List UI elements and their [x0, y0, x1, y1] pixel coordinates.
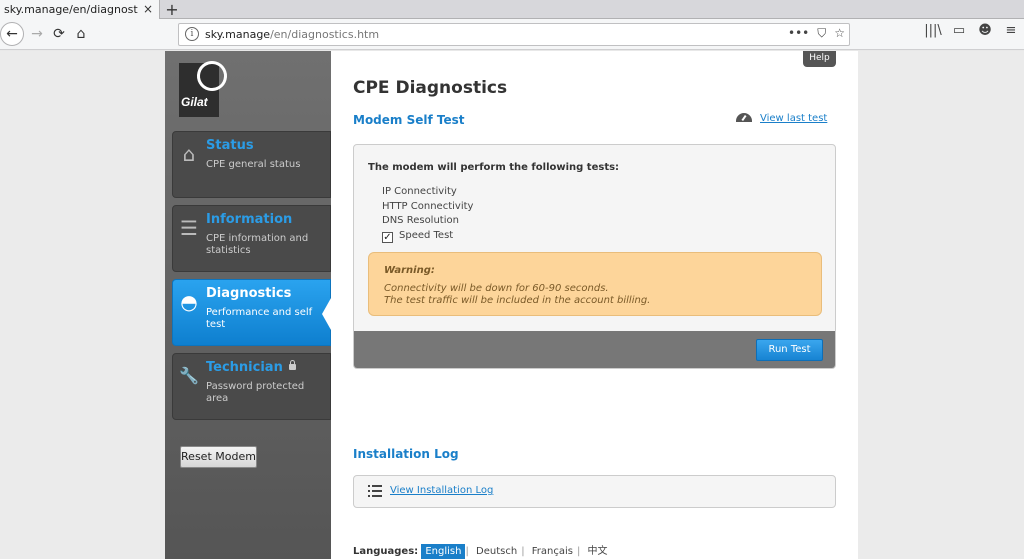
warning-line: Connectivity will be down for 60-90 seco… [384, 283, 609, 294]
wrench-icon: 🔧 [179, 366, 199, 385]
sidebar-item-desc: Performance and self test [206, 307, 313, 330]
test-list: IP Connectivity HTTP Connectivity DNS Re… [382, 185, 473, 243]
home-icon[interactable]: ⌂ [70, 23, 92, 45]
gilat-logo[interactable]: Gilat [179, 55, 233, 117]
active-indicator [322, 298, 331, 330]
test-item-dns: DNS Resolution [382, 215, 459, 226]
reset-modem-button[interactable]: Reset Modem [180, 446, 257, 468]
speed-test-checkbox[interactable]: ✓ [382, 231, 393, 243]
view-last-test-link[interactable]: View last test [736, 113, 827, 124]
page-title: CPE Diagnostics [353, 78, 508, 98]
languages-label: Languages: [353, 546, 419, 557]
view-last-test-label: View last test [760, 113, 828, 124]
server-icon: ☰ [180, 216, 198, 240]
sidebar-item-status[interactable]: ⌂ Status CPE general status [172, 131, 331, 198]
sidebar-icon[interactable]: ▭ [946, 23, 972, 38]
forward-arrow-icon[interactable]: → [26, 23, 48, 45]
gauge-icon [736, 113, 752, 122]
sidebar-item-title: Diagnostics [206, 286, 292, 301]
web-page: Gilat ⌂ Status CPE general status ☰ Info… [0, 51, 1024, 559]
lock-icon [288, 360, 296, 370]
warning-title: Warning: [384, 265, 435, 276]
sidebar-item-desc: Password protected area [206, 381, 305, 404]
tab-bar: sky.manage/en/diagnostics.h × + [0, 0, 1024, 19]
warning-text: Connectivity will be down for 60-90 seco… [384, 283, 650, 307]
install-log-title: Installation Log [353, 447, 459, 461]
menu-icon[interactable]: ≡ [998, 23, 1024, 38]
test-item-ip: IP Connectivity [382, 186, 457, 197]
lang-english[interactable]: English [421, 544, 466, 559]
sidebar-item-technician[interactable]: 🔧 Technician Password protected area [172, 353, 331, 420]
sidebar-item-diagnostics[interactable]: ◓ Diagnostics Performance and self test [172, 279, 331, 346]
info-icon[interactable]: i [185, 27, 199, 41]
back-arrow-icon[interactable]: ← [0, 22, 24, 46]
install-log-panel: View Installation Log [353, 475, 836, 508]
url-host: sky.manage [205, 28, 271, 41]
url-actions: ••• ⛉ ☆ [780, 26, 845, 41]
sidebar-item-information[interactable]: ☰ Information CPE information and statis… [172, 205, 331, 272]
speed-test-label: Speed Test [399, 229, 454, 241]
reload-icon[interactable]: ⟳ [48, 23, 70, 45]
lang-separator: | [465, 546, 469, 557]
run-test-button[interactable]: Run Test [756, 339, 823, 361]
self-test-panel: The modem will perform the following tes… [353, 144, 836, 369]
sidebar-item-title: Status [206, 138, 254, 153]
nav-bar: ← → ⟳ ⌂ i sky.manage/en/diagnostics.htm … [0, 19, 1024, 50]
help-button[interactable]: Help [803, 51, 836, 67]
test-footer: Run Test [354, 331, 835, 368]
browser-tab[interactable]: sky.manage/en/diagnostics.h × [0, 0, 160, 19]
warning-line: The test traffic will be included in the… [384, 295, 651, 306]
test-intro: The modem will perform the following tes… [368, 162, 620, 173]
self-test-title: Modem Self Test [353, 113, 465, 127]
satellite-dish-icon [191, 55, 233, 97]
warning-box: Warning: Connectivity will be down for 6… [368, 252, 822, 316]
language-selector: Languages: English | Deutsch | Français | 中… [353, 542, 612, 559]
speed-test-option[interactable]: ✓ Speed Test [382, 229, 473, 244]
view-installation-log-link[interactable]: View Installation Log [390, 485, 493, 496]
test-item-http: HTTP Connectivity [382, 200, 474, 212]
url-path: /en/diagnostics.htm [270, 28, 380, 41]
bookmark-star-icon[interactable]: ☆ [834, 26, 845, 40]
url-text[interactable]: sky.manage/en/diagnostics.htm [205, 28, 379, 41]
tab-title: sky.manage/en/diagnostics.h [4, 3, 138, 16]
gauge-icon: ◓ [180, 290, 198, 314]
lang-separator: | [576, 546, 581, 557]
list-icon [368, 485, 382, 497]
logo-text: Gilat [181, 95, 208, 109]
library-icon[interactable]: |||\ [920, 23, 946, 38]
lang-francais[interactable]: Français [528, 544, 577, 559]
lang-separator: | [521, 546, 525, 557]
sidebar: Gilat ⌂ Status CPE general status ☰ Info… [165, 51, 331, 559]
lang-deutsch[interactable]: Deutsch [472, 544, 521, 559]
home-icon: ⌂ [182, 142, 196, 166]
new-tab-button[interactable]: + [163, 0, 181, 19]
sidebar-item-title: Information [206, 212, 293, 227]
sidebar-item-title-text: Technician [206, 360, 283, 375]
account-icon[interactable]: ☻ [972, 23, 998, 38]
url-bar[interactable]: i sky.manage/en/diagnostics.htm ••• ⛉ ☆ [178, 23, 850, 46]
sidebar-item-desc: CPE general status [206, 159, 301, 170]
main-content: Help CPE Diagnostics Modem Self Test Vie… [331, 51, 858, 559]
pocket-icon[interactable]: ⛉ [817, 26, 826, 40]
sidebar-item-title: Technician [206, 360, 296, 375]
page-actions-icon[interactable]: ••• [788, 26, 809, 40]
toolbar-right: |||\ ▭ ☻ ≡ [920, 23, 1024, 38]
sidebar-item-desc: CPE information and statistics [206, 233, 309, 256]
lang-chinese[interactable]: 中文 [584, 544, 612, 559]
close-icon[interactable]: × [143, 2, 153, 16]
